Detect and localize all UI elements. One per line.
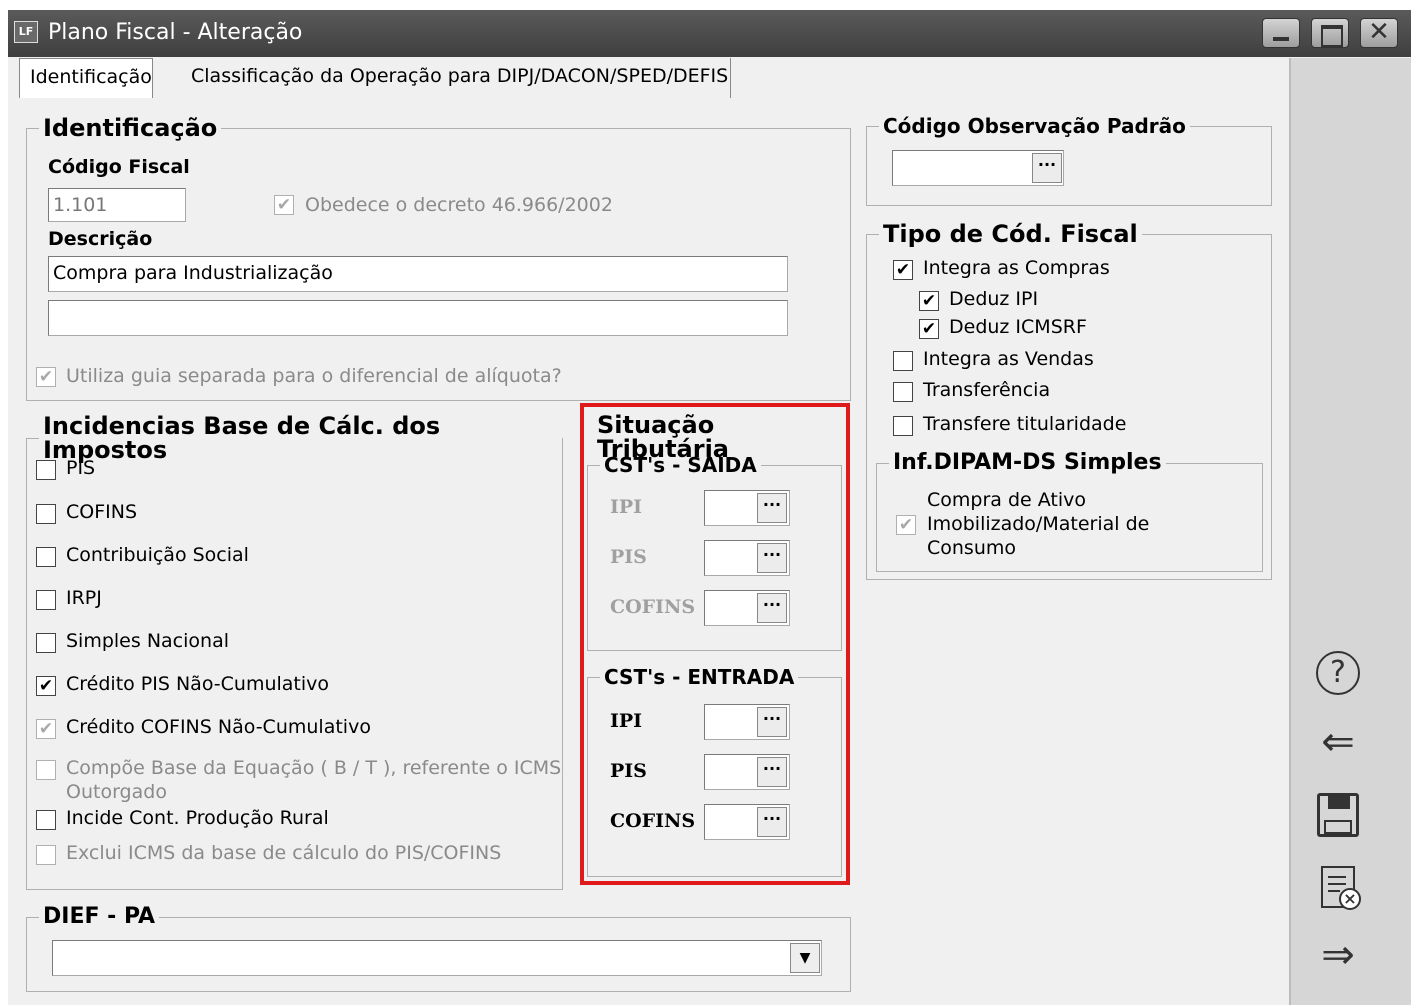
app-icon: LF — [14, 21, 38, 43]
incidencia-checkbox[interactable] — [36, 547, 56, 567]
guia-separada-checkbox[interactable]: ✔ — [36, 367, 56, 387]
cst-saida-label: IPI — [610, 496, 643, 518]
decreto-checkbox[interactable]: ✔ — [274, 195, 294, 215]
codigo-observacao-lookup-button[interactable]: ··· — [1032, 153, 1062, 183]
cst-entrada-lookup-button[interactable]: ··· — [757, 757, 787, 787]
incidencia-label: IRPJ — [66, 587, 102, 609]
tipo-cod-label: Transfere titularidade — [923, 413, 1127, 435]
dropdown-arrow-icon[interactable]: ▼ — [790, 943, 820, 973]
incidencia-checkbox[interactable] — [36, 590, 56, 610]
tipo-cod-checkbox[interactable]: ✔ — [893, 260, 913, 280]
tipo-cod-fiscal-legend: Tipo de Cód. Fiscal — [883, 220, 1138, 248]
cst-saida-lookup-button[interactable]: ··· — [757, 543, 787, 573]
tipo-cod-checkbox[interactable] — [893, 382, 913, 402]
cst-saida-lookup-button[interactable]: ··· — [757, 593, 787, 623]
incidencias-legend: Incidencias Base de Cálc. dos Impostos — [43, 412, 441, 464]
tipo-cod-label: Transferência — [923, 379, 1051, 401]
incidencia-label: COFINS — [66, 501, 138, 523]
codigo-fiscal-input[interactable]: 1.101 — [48, 188, 186, 222]
decreto-label: Obedece o decreto 46.966/2002 — [305, 194, 613, 216]
tipo-cod-checkbox[interactable]: ✔ — [919, 291, 939, 311]
compra-ativo-label-1: Compra de Ativo — [927, 489, 1087, 511]
tab-identificacao[interactable]: Identificação — [19, 58, 153, 98]
incidencia-label: Contribuição Social — [66, 544, 249, 566]
incidencia-label: PIS — [66, 457, 96, 479]
guia-separada-label: Utiliza guia separada para o diferencial… — [66, 365, 562, 387]
incidencia-label: Simples Nacional — [66, 630, 229, 652]
compra-ativo-label-2: Imobilizado/Material de — [927, 513, 1150, 535]
tipo-cod-label: Integra as Compras — [923, 257, 1110, 279]
incidencia-checkbox[interactable] — [36, 504, 56, 524]
cst-saida-lookup-button[interactable]: ··· — [757, 493, 787, 523]
cst-entrada-label: PIS — [610, 760, 647, 782]
cst-entrada-lookup-button[interactable]: ··· — [757, 707, 787, 737]
compra-ativo-checkbox[interactable]: ✔ — [896, 515, 916, 535]
codigo-fiscal-label: Código Fiscal — [48, 156, 190, 178]
incidencia-label: Crédito COFINS Não-Cumulativo — [66, 716, 371, 738]
cst-entrada-lookup-button[interactable]: ··· — [757, 807, 787, 837]
title-bar[interactable]: LF Plano Fiscal - Alteração ✕ — [8, 10, 1411, 57]
maximize-icon[interactable] — [1311, 18, 1349, 48]
close-icon[interactable]: ✕ — [1360, 17, 1398, 48]
incidencia-checkbox[interactable] — [36, 810, 56, 830]
cst-entrada-label: COFINS — [610, 810, 696, 832]
incidencia-checkbox[interactable]: ✔ — [36, 719, 56, 739]
tipo-cod-checkbox[interactable] — [893, 416, 913, 436]
tipo-cod-label: Deduz IPI — [949, 288, 1039, 310]
identificacao-legend: Identificação — [43, 114, 218, 142]
dief-pa-legend: DIEF - PA — [43, 904, 156, 929]
tipo-cod-checkbox[interactable] — [893, 351, 913, 371]
tab-classificacao-operacao[interactable]: Classificação da Operação para DIPJ/DACO… — [181, 58, 731, 98]
tipo-cod-label: Deduz ICMSRF — [949, 316, 1087, 338]
cst-saida-legend: CST's - SAÍDA — [604, 453, 757, 477]
compra-ativo-label-3: Consumo — [927, 537, 1017, 559]
incidencia-label: Crédito PIS Não-Cumulativo — [66, 673, 330, 695]
codigo-observacao-legend: Código Observação Padrão — [883, 114, 1186, 138]
window-title: Plano Fiscal - Alteração — [48, 20, 303, 45]
tipo-cod-checkbox[interactable]: ✔ — [919, 319, 939, 339]
dief-pa-select[interactable] — [52, 940, 822, 976]
descricao-input-line1[interactable]: Compra para Industrialização — [48, 256, 788, 292]
cst-saida-label: COFINS — [610, 596, 696, 618]
cst-entrada-legend: CST's - ENTRADA — [604, 665, 795, 689]
incidencia-checkbox[interactable] — [36, 460, 56, 480]
cst-entrada-label: IPI — [610, 710, 643, 732]
help-icon[interactable]: ? — [1310, 648, 1366, 698]
forward-arrow-icon[interactable]: ⇒ — [1310, 930, 1366, 980]
incidencia-label-continued: Outorgado — [66, 781, 167, 803]
save-icon[interactable] — [1310, 790, 1366, 840]
tipo-cod-label: Integra as Vendas — [923, 348, 1094, 370]
back-arrow-icon[interactable]: ⇐ — [1310, 717, 1366, 767]
incidencia-checkbox[interactable] — [36, 760, 56, 780]
incidencia-checkbox[interactable]: ✔ — [36, 676, 56, 696]
cancel-document-icon[interactable]: × — [1310, 862, 1366, 912]
dipam-legend: Inf.DIPAM-DS Simples — [893, 450, 1162, 475]
descricao-input-line2[interactable] — [48, 300, 788, 336]
descricao-label: Descrição — [48, 228, 153, 250]
incidencia-label: Exclui ICMS da base de cálculo do PIS/CO… — [66, 842, 502, 864]
incidencia-label: Incide Cont. Produção Rural — [66, 807, 329, 829]
cst-saida-label: PIS — [610, 546, 647, 568]
incidencia-checkbox[interactable] — [36, 633, 56, 653]
incidencia-label: Compõe Base da Equação ( B / T ), refere… — [66, 757, 562, 779]
incidencia-checkbox[interactable] — [36, 845, 56, 865]
minimize-icon[interactable] — [1262, 18, 1300, 48]
